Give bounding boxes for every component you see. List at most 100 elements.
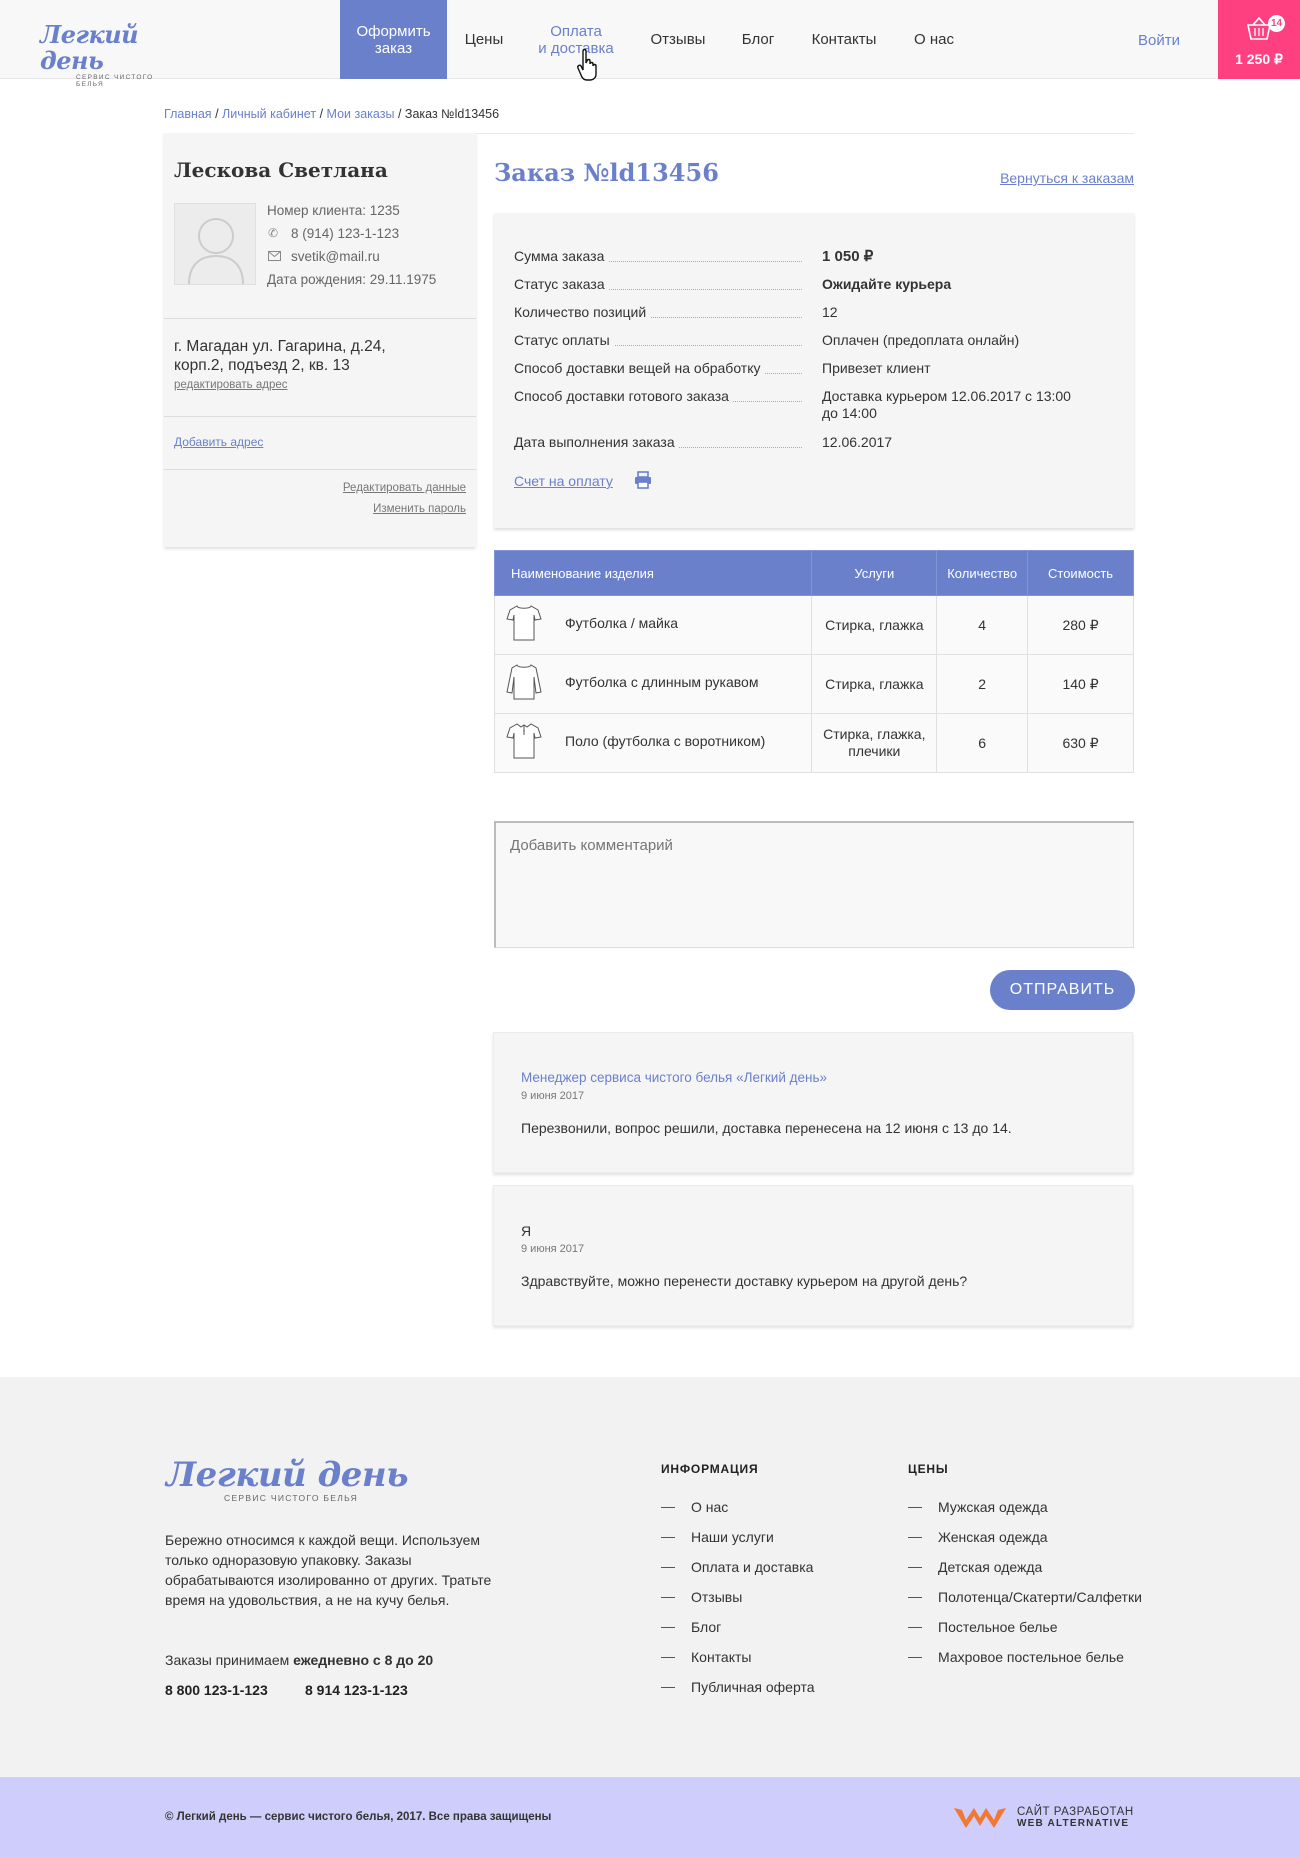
edit-address-link[interactable]: редактировать адрес <box>174 379 288 391</box>
item-name: Футболка с длинным рукавом <box>565 673 759 690</box>
footer-link[interactable]: Детская одежда <box>908 1552 1142 1582</box>
item-name: Футболка / майка <box>565 614 679 631</box>
dev-line-2: WEB ALTERNATIVE <box>1017 1818 1130 1829</box>
address-line: г. Магадан ул. Гагарина, д.24, <box>174 338 386 355</box>
footer-link[interactable]: Отзывы <box>661 1582 815 1612</box>
footer-link[interactable]: О нас <box>661 1492 815 1522</box>
col-header: Услуги <box>811 550 938 596</box>
detail-value-line: до 14:00 <box>822 405 877 421</box>
nav-label: Цены <box>464 31 504 48</box>
footer-link[interactable]: Блог <box>661 1612 815 1642</box>
mail-icon <box>268 251 281 261</box>
nav-label: Контакты <box>811 31 877 48</box>
footer-info-list: О нас Наши услуги Оплата и доставка Отзы… <box>661 1492 815 1702</box>
about-line: время на удовольствия, а не на кучу бель… <box>165 1592 450 1608</box>
nav-label: Оплата <box>550 22 602 40</box>
nav-label: Оформить <box>356 22 431 40</box>
nav-label: Блог <box>741 31 775 48</box>
nav-prices[interactable]: Цены <box>452 0 516 79</box>
item-services: Стирка, глажка <box>811 654 938 714</box>
message-card: Менеджер сервиса чистого белья «Легкий д… <box>493 1032 1133 1173</box>
item-name: Поло (футболка с воротником) <box>565 732 766 749</box>
order-title: Заказ №ld13456 <box>494 158 719 187</box>
login-link[interactable]: Войти <box>1138 32 1180 49</box>
item-qty: 4 <box>936 595 1029 655</box>
footer-prices-title: ЦЕНЫ <box>908 1462 949 1476</box>
breadcrumb-orders[interactable]: Мои заказы <box>327 107 395 121</box>
divider <box>164 469 476 470</box>
back-to-orders-link[interactable]: Вернуться к заказам <box>1000 170 1134 186</box>
item-price: 630 ₽ <box>1027 713 1134 773</box>
footer-link[interactable]: Женская одежда <box>908 1522 1142 1552</box>
address: г. Магадан ул. Гагарина, д.24, корп.2, п… <box>174 337 386 375</box>
footer-link[interactable]: Публичная оферта <box>661 1672 815 1702</box>
footer-link[interactable]: Полотенца/Скатерти/Салфетки <box>908 1582 1142 1612</box>
message-text: Перезвонили, вопрос решили, доставка пер… <box>521 1120 1012 1136</box>
detail-row: Дата выполнения заказа 12.06.2017 <box>514 434 1114 454</box>
nav-order[interactable]: Оформить заказ <box>340 0 447 79</box>
comment-input[interactable] <box>494 821 1134 948</box>
footer-link[interactable]: Контакты <box>661 1642 815 1672</box>
footer-link[interactable]: Махровое постельное белье <box>908 1642 1142 1672</box>
detail-value: Привезет клиент <box>822 360 931 376</box>
send-button[interactable]: ОТПРАВИТЬ <box>990 970 1135 1010</box>
add-address-link[interactable]: Добавить адрес <box>174 435 263 449</box>
invoice-link[interactable]: Счет на оплату <box>514 473 613 489</box>
footer-logo[interactable]: Легкий день сервис чистого белья <box>166 1457 409 1503</box>
phone-icon: ✆ <box>268 226 279 240</box>
item-services: Стирка, глажка <box>811 595 938 655</box>
footer-link[interactable]: Постельное белье <box>908 1612 1142 1642</box>
site-header: Легкий день сервис чистого белья Оформит… <box>0 0 1300 89</box>
logo-subtitle: сервис чистого белья <box>76 74 154 88</box>
footer-phone-1[interactable]: 8 800 123-1-123 <box>165 1682 268 1698</box>
developer-logo-icon[interactable] <box>952 1802 1008 1832</box>
tshirt-icon <box>506 605 542 641</box>
detail-row: Статус заказа Ожидайте курьера <box>514 276 1114 296</box>
table-row: Поло (футболка с воротником) Стирка, гла… <box>493 713 1134 773</box>
detail-value-line: Доставка курьером 12.06.2017 с 13:00 <box>822 388 1071 404</box>
breadcrumb-separator: / <box>397 107 402 121</box>
detail-value: 12.06.2017 <box>822 434 893 450</box>
item-name-cell: Поло (футболка с воротником) <box>493 713 813 773</box>
printer-icon[interactable] <box>634 471 652 489</box>
message-author: Я <box>521 1223 532 1239</box>
cart-total: 1 250 ₽ <box>1235 51 1283 67</box>
breadcrumb-cabinet[interactable]: Личный кабинет <box>222 107 316 121</box>
nav-blog[interactable]: Блог <box>732 0 784 79</box>
detail-value: Доставка курьером 12.06.2017 с 13:00 до 1… <box>822 388 1092 422</box>
message-card: Я 9 июня 2017 Здравствуйте, можно перене… <box>493 1185 1133 1326</box>
detail-label: Дата выполнения заказа <box>514 434 679 450</box>
change-password-link[interactable]: Изменить пароль <box>373 503 466 515</box>
detail-row: Способ доставки готового заказа Доставка … <box>514 388 1114 424</box>
address-line: корп.2, подъезд 2, кв. 13 <box>174 357 350 374</box>
user-placeholder-icon <box>188 218 244 285</box>
nav-contacts[interactable]: Контакты <box>802 0 886 79</box>
message-author: Менеджер сервиса чистого белья «Легкий д… <box>521 1070 828 1085</box>
services-line: Стирка, глажка, <box>823 726 926 742</box>
col-header: Наименование изделия <box>493 550 813 596</box>
detail-row: Статус оплаты Оплачен (предоплата онлайн) <box>514 332 1114 352</box>
footer-prices-list: Мужская одежда Женская одежда Детская од… <box>908 1492 1142 1672</box>
detail-value: Оплачен (предоплата онлайн) <box>822 332 1020 348</box>
item-price: 140 ₽ <box>1027 654 1134 714</box>
detail-value: Ожидайте курьера <box>822 276 952 292</box>
developer-credit[interactable]: САЙТ РАЗРАБОТАН WEB ALTERNATIVE <box>1017 1806 1134 1829</box>
table-row: Футболка с длинным рукавом Стирка, глажк… <box>493 654 1134 714</box>
cart-button[interactable]: 14 1 250 ₽ <box>1218 0 1300 79</box>
nav-label: О нас <box>914 31 954 48</box>
footer-link[interactable]: Наши услуги <box>661 1522 815 1552</box>
nav-reviews[interactable]: Отзывы <box>640 0 716 79</box>
profile-name: Лескова Светлана <box>174 158 388 182</box>
footer-link[interactable]: Оплата и доставка <box>661 1552 815 1582</box>
order-details-card: Сумма заказа 1 050 ₽ Статус заказа Ожидайт… <box>494 213 1134 528</box>
edit-data-link[interactable]: Редактировать данные <box>343 482 466 494</box>
breadcrumb-home[interactable]: Главная <box>164 107 212 121</box>
logo[interactable]: Легкий день сервис чистого белья <box>40 22 175 89</box>
divider <box>164 416 476 417</box>
divider <box>164 318 476 319</box>
detail-label: Способ доставки готового заказа <box>514 388 733 404</box>
item-qty: 2 <box>936 654 1029 714</box>
footer-link[interactable]: Мужская одежда <box>908 1492 1142 1522</box>
footer-phone-2[interactable]: 8 914 123-1-123 <box>305 1682 408 1698</box>
nav-about[interactable]: О нас <box>906 0 962 79</box>
